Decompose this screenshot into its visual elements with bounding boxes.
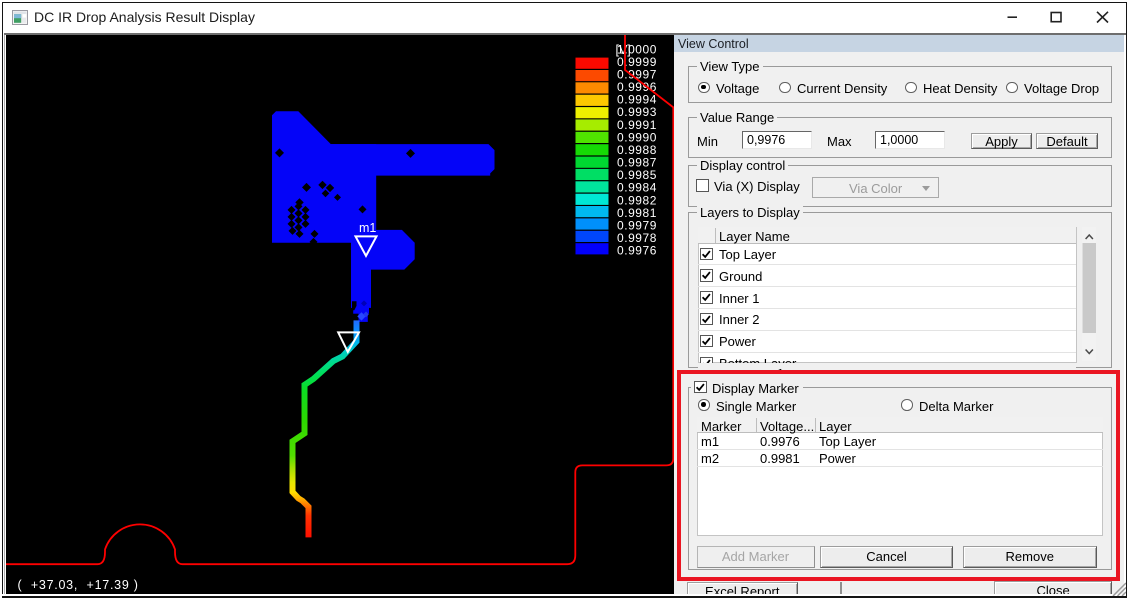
- svg-text:m1: m1: [358, 220, 375, 234]
- svg-text:0.9976: 0.9976: [616, 243, 656, 257]
- svg-text:( +37.03, +17.39 ): ( +37.03, +17.39 ): [17, 577, 138, 591]
- svg-text:[V]: [V]: [615, 42, 630, 56]
